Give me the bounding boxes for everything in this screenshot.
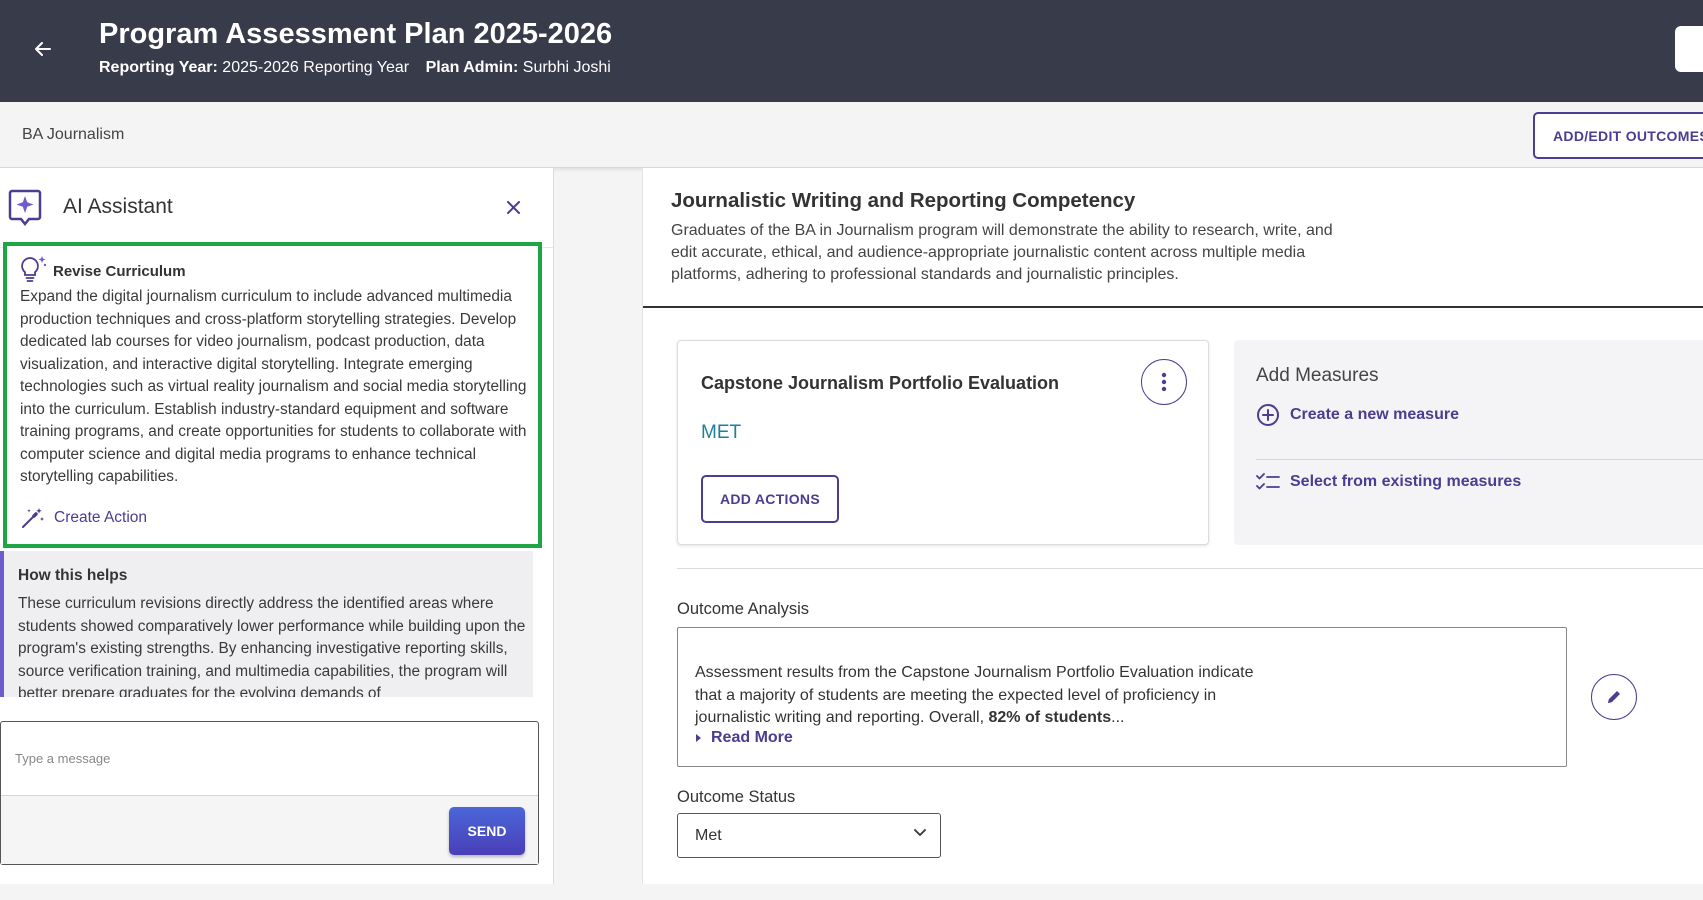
ai-assistant-icon [8,189,42,226]
ai-assistant-panel: AI Assistant Revise Curriculum Expand th… [0,168,554,884]
create-new-measure-label: Create a new measure [1290,406,1459,423]
plan-admin-value: Surbhi Joshi [522,59,611,76]
add-measures-title: Add Measures [1256,365,1379,386]
outcome-status-select[interactable]: Met [677,813,941,858]
select-existing-measures-link[interactable]: Select from existing measures [1256,471,1521,493]
reporting-year-value: 2025-2026 Reporting Year [222,59,410,76]
divider [677,568,1703,569]
add-edit-outcomes-button[interactable]: ADD/EDIT OUTCOMES [1533,112,1703,159]
header-action-button[interactable] [1675,26,1703,72]
plan-admin-label: Plan Admin: [425,59,519,76]
how-this-helps-body: These curriculum revisions directly addr… [18,595,526,697]
outcome-analysis-box: Assessment results from the Capstone Jou… [677,627,1567,767]
edit-pencil-icon[interactable] [1591,674,1637,720]
create-action-label: Create Action [54,509,148,526]
message-input[interactable] [1,722,538,796]
lightbulb-icon [21,256,47,282]
analysis-text-start: Assessment results from the Capstone Jou… [695,664,1254,726]
create-action-link[interactable]: Create Action [21,507,147,529]
add-measures-panel: Add Measures Create a new measure Select… [1234,340,1703,545]
close-icon[interactable] [502,196,524,218]
how-this-helps-card: How this helps These curriculum revision… [0,551,533,697]
read-more-link[interactable]: Read More [695,729,793,747]
bottom-strip [0,884,1703,900]
send-button[interactable]: SEND [449,807,525,855]
outcome-detail: Journalistic Writing and Reporting Compe… [642,168,1703,884]
create-new-measure-link[interactable]: Create a new measure [1256,403,1459,427]
analysis-text-bold: 82% of students [988,709,1112,726]
chevron-down-icon [914,829,926,836]
program-name: BA Journalism [22,126,125,143]
outcome-analysis-text: Assessment results from the Capstone Jou… [695,662,1275,730]
outcome-analysis-label: Outcome Analysis [677,600,810,618]
divider [643,306,1703,308]
magic-wand-icon [22,508,44,528]
more-options-icon[interactable] [1141,359,1187,405]
outcome-status-label: Outcome Status [677,788,796,806]
outcome-status-value: Met [695,827,722,844]
ai-panel-header: AI Assistant [0,168,553,248]
ai-panel-title: AI Assistant [63,195,173,218]
page-title: Program Assessment Plan 2025-2026 [99,18,613,50]
reporting-year-label: Reporting Year: [99,59,218,76]
composer-footer: SEND [1,796,538,864]
suggestion-body: Expand the digital journalism curriculum… [20,288,527,485]
outcome-title: Journalistic Writing and Reporting Compe… [671,189,1136,212]
plus-circle-icon [1257,404,1279,426]
suggestion-title: Revise Curriculum [53,263,186,280]
top-header: Program Assessment Plan 2025-2026 Report… [0,0,1703,102]
suggestion-card: Revise Curriculum Expand the digital jou… [3,242,542,548]
how-this-helps-title: How this helps [18,567,128,584]
back-arrow-icon[interactable] [30,36,56,62]
message-composer: SEND [0,721,539,865]
caret-right-icon [696,734,701,742]
measure-title: Capstone Journalism Portfolio Evaluation [701,373,1060,393]
plan-meta: Reporting Year: 2025-2026 Reporting Year… [99,59,611,77]
read-more-label: Read More [711,729,793,746]
add-actions-button[interactable]: ADD ACTIONS [701,475,839,523]
program-bar: BA Journalism ADD/EDIT OUTCOMES [0,102,1703,168]
checklist-icon [1256,473,1280,490]
analysis-ellipsis: ... [1111,709,1125,726]
divider [1256,459,1703,460]
measure-status-badge: MET [701,422,742,443]
measure-card: Capstone Journalism Portfolio Evaluation… [677,340,1209,545]
select-existing-measures-label: Select from existing measures [1290,473,1522,490]
outcome-description: Graduates of the BA in Journalism progra… [671,222,1333,283]
